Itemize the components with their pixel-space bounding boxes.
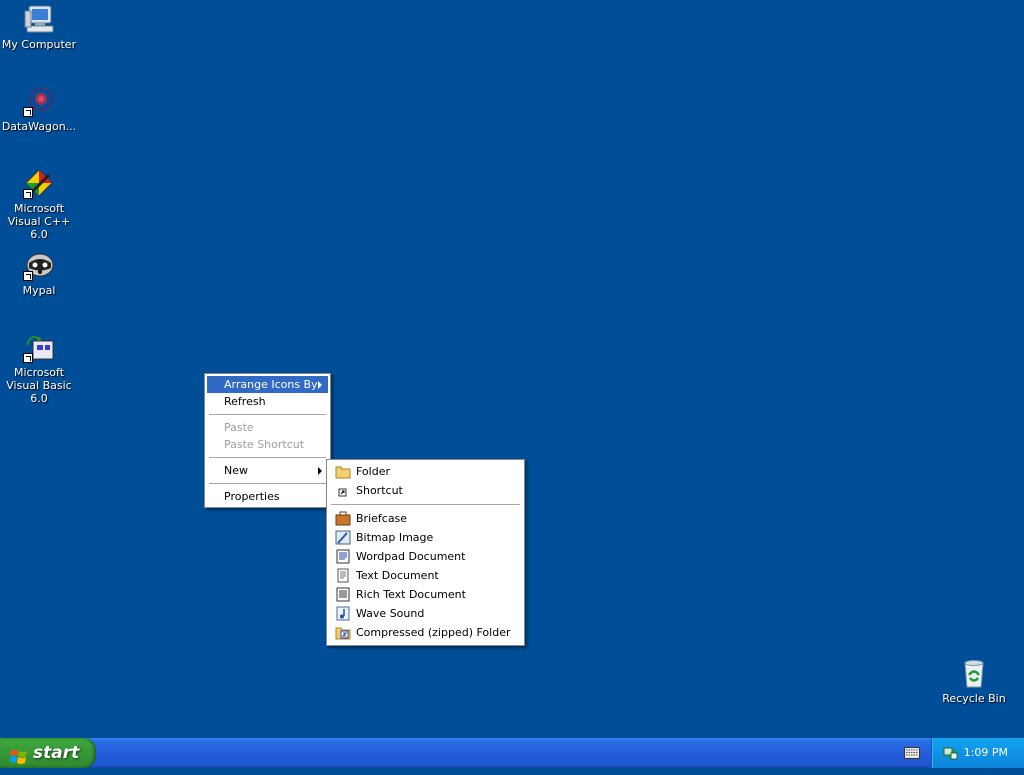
menu-item-label: Properties bbox=[224, 490, 280, 503]
menu-separator bbox=[209, 483, 326, 484]
my-computer-icon bbox=[23, 3, 55, 35]
clock[interactable]: 1:09 PM bbox=[964, 738, 1008, 768]
shortcut-arrow-icon bbox=[23, 189, 33, 199]
desktop-icon-label: Recycle Bin bbox=[942, 692, 1006, 705]
submenu-item-compressed-folder[interactable]: Compressed (zipped) Folder bbox=[329, 623, 522, 642]
visual-basic-icon bbox=[23, 331, 55, 363]
menu-separator bbox=[209, 457, 326, 458]
system-tray: 1:09 PM bbox=[931, 738, 1024, 768]
desktop-icon-visual-basic[interactable]: Microsoft Visual Basic 6.0 bbox=[0, 331, 79, 405]
network-tray-icon[interactable] bbox=[942, 745, 958, 761]
menu-item-label: Refresh bbox=[224, 395, 266, 408]
menu-item-label: Bitmap Image bbox=[356, 531, 434, 544]
menu-item-label: Briefcase bbox=[356, 512, 408, 525]
menu-item-label: Wordpad Document bbox=[356, 550, 466, 563]
menu-item-label: Wave Sound bbox=[356, 607, 425, 620]
desktop-icon-label: Microsoft Visual Basic 6.0 bbox=[6, 366, 72, 405]
submenu-arrow-icon bbox=[318, 381, 322, 389]
menu-item-label: Folder bbox=[356, 465, 390, 478]
submenu-item-shortcut[interactable]: Shortcut bbox=[329, 481, 522, 500]
menu-item-label: Rich Text Document bbox=[356, 588, 466, 601]
zip-folder-icon bbox=[335, 625, 351, 640]
desktop-icon-visual-cpp[interactable]: Microsoft Visual C++ 6.0 bbox=[0, 167, 79, 241]
start-label: start bbox=[33, 743, 80, 763]
desktop-icon-label: DataWagon... bbox=[1, 120, 77, 133]
visual-cpp-icon bbox=[23, 167, 55, 199]
submenu-item-bitmap-image[interactable]: Bitmap Image bbox=[329, 528, 522, 547]
desktop-context-menu: Arrange Icons By Refresh Paste Paste Sho… bbox=[204, 373, 331, 508]
keyboard-tray-icon[interactable] bbox=[904, 747, 920, 759]
menu-item-label: Arrange Icons By bbox=[224, 378, 318, 391]
taskbar: start 1:09 PM bbox=[0, 738, 1024, 768]
folder-icon bbox=[335, 464, 351, 479]
menu-item-paste: Paste bbox=[207, 419, 328, 436]
shortcut-icon bbox=[335, 483, 351, 498]
menu-item-arrange-icons-by[interactable]: Arrange Icons By bbox=[207, 376, 328, 393]
briefcase-icon bbox=[335, 511, 351, 526]
desktop-icon-label: My Computer bbox=[1, 38, 77, 51]
submenu-item-folder[interactable]: Folder bbox=[329, 462, 522, 481]
menu-item-label: Compressed (zipped) Folder bbox=[356, 626, 511, 639]
new-submenu: Folder Shortcut Briefcase Bitmap Image W… bbox=[326, 459, 525, 646]
datawagon-icon bbox=[23, 85, 55, 117]
submenu-item-wave-sound[interactable]: Wave Sound bbox=[329, 604, 522, 623]
desktop-icon-label: Mypal bbox=[22, 284, 56, 297]
menu-item-properties[interactable]: Properties bbox=[207, 488, 328, 505]
submenu-arrow-icon bbox=[318, 467, 322, 475]
menu-item-label: Text Document bbox=[356, 569, 439, 582]
menu-item-label: Paste Shortcut bbox=[224, 438, 305, 451]
submenu-item-rich-text-document[interactable]: Rich Text Document bbox=[329, 585, 522, 604]
wave-sound-icon bbox=[335, 606, 351, 621]
desktop-icon-datawagon[interactable]: DataWagon... bbox=[0, 85, 79, 133]
bitmap-icon bbox=[335, 530, 351, 545]
windows-logo-icon bbox=[9, 745, 28, 764]
text-document-icon bbox=[335, 568, 351, 583]
submenu-item-wordpad-document[interactable]: Wordpad Document bbox=[329, 547, 522, 566]
recycle-bin-icon bbox=[958, 657, 990, 689]
menu-item-label: Shortcut bbox=[356, 484, 403, 497]
wordpad-icon bbox=[335, 549, 351, 564]
shortcut-arrow-icon bbox=[23, 271, 33, 281]
menu-item-refresh[interactable]: Refresh bbox=[207, 393, 328, 410]
submenu-item-text-document[interactable]: Text Document bbox=[329, 566, 522, 585]
desktop-icon-my-computer[interactable]: My Computer bbox=[0, 3, 79, 51]
submenu-item-briefcase[interactable]: Briefcase bbox=[329, 509, 522, 528]
desktop-icon-recycle-bin[interactable]: Recycle Bin bbox=[934, 657, 1014, 705]
menu-item-label: New bbox=[224, 464, 248, 477]
desktop-icon-label: Microsoft Visual C++ 6.0 bbox=[7, 202, 71, 241]
menu-separator bbox=[331, 504, 520, 505]
shortcut-arrow-icon bbox=[23, 353, 33, 363]
desktop-icon-mypal[interactable]: Mypal bbox=[0, 249, 79, 297]
start-button[interactable]: start bbox=[0, 738, 96, 768]
rich-text-icon bbox=[335, 587, 351, 602]
menu-item-new[interactable]: New bbox=[207, 462, 328, 479]
menu-item-label: Paste bbox=[224, 421, 254, 434]
shortcut-arrow-icon bbox=[23, 107, 33, 117]
menu-item-paste-shortcut: Paste Shortcut bbox=[207, 436, 328, 453]
menu-separator bbox=[209, 414, 326, 415]
mypal-icon bbox=[23, 249, 55, 281]
